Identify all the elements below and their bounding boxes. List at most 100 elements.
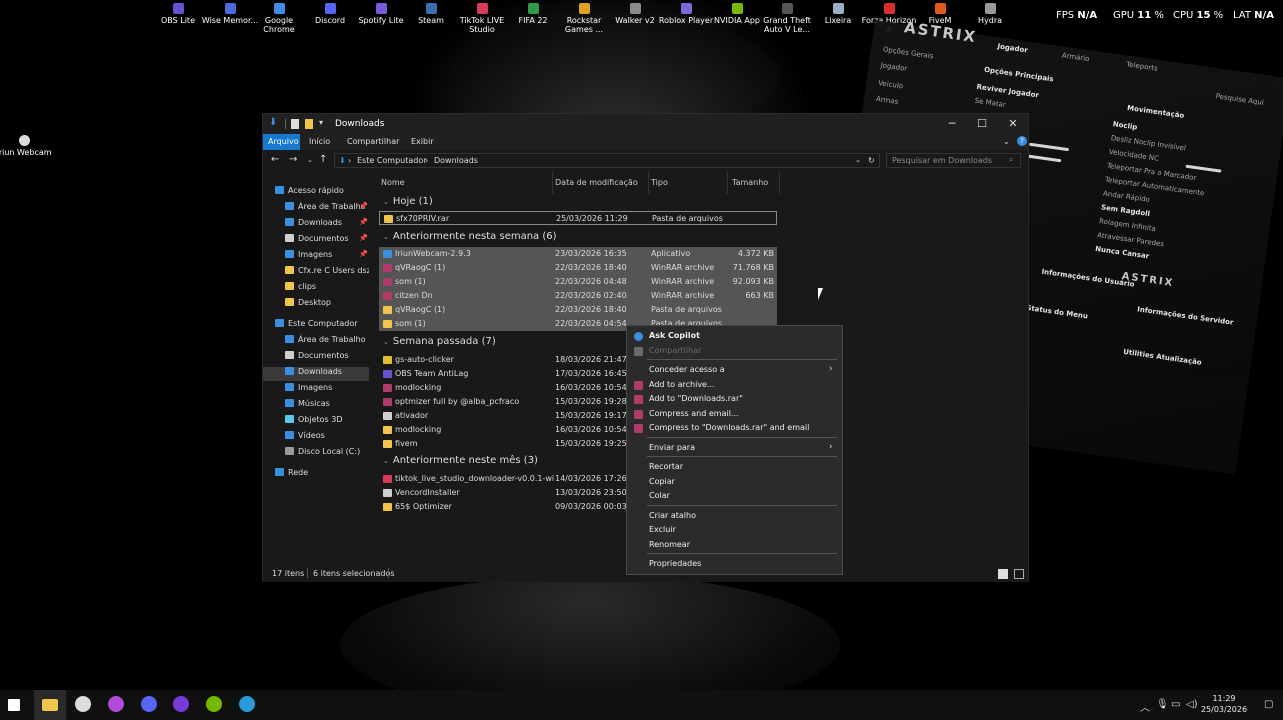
nav-item[interactable]: Imagens (285, 383, 332, 397)
microphone-icon[interactable]: 🎙 (1156, 699, 1169, 710)
context-menu-item[interactable]: Propriedades (649, 559, 701, 568)
properties-icon[interactable] (291, 119, 299, 129)
edge-icon[interactable] (239, 696, 255, 712)
help-icon[interactable]: ? (1017, 136, 1027, 146)
context-menu-item[interactable]: Recortar (649, 462, 683, 471)
back-button[interactable]: ← (271, 154, 279, 165)
group-header[interactable]: ⌄ Anteriormente nesta semana (6) (383, 231, 557, 242)
desktop-icon-iriun-webcam[interactable]: Iriun Webcam (0, 132, 54, 157)
astrix-toggle[interactable]: Rolagem Infinita (1099, 217, 1157, 233)
nav-item[interactable]: Downloads (263, 367, 369, 381)
nav-item[interactable]: Documentos 📌 (285, 234, 368, 248)
forward-button[interactable]: → (289, 154, 297, 165)
file-row[interactable]: IriunWebcam-2.9.3 23/03/2026 16:35 Aplicat… (379, 247, 777, 261)
file-row[interactable]: qVRaogC (1) 22/03/2026 18:40 Pasta de arqu… (379, 303, 777, 317)
large-icons-view-icon[interactable] (1014, 569, 1024, 579)
new-folder-icon[interactable] (305, 119, 313, 129)
astrix-slider[interactable] (1185, 164, 1222, 173)
spotify-icon[interactable] (108, 696, 124, 712)
clock[interactable]: 11:29 25/03/2026 (1196, 693, 1252, 715)
nav-item[interactable]: Vídeos (285, 431, 325, 445)
context-menu-item[interactable]: Enviar para (649, 443, 695, 452)
network-icon[interactable]: ▭ (1171, 699, 1180, 710)
context-menu-item[interactable]: Copiar (649, 477, 675, 486)
context-menu-item[interactable]: Conceder acesso a (649, 365, 725, 374)
tab-home[interactable]: Início (309, 137, 330, 146)
astrix-tab[interactable]: Armário (1061, 51, 1090, 63)
nav-item[interactable]: Músicas (285, 399, 330, 413)
nav-item[interactable]: Acesso rápido (275, 186, 344, 200)
astrix-slider[interactable] (1027, 154, 1062, 163)
context-menu-item[interactable]: Colar (649, 491, 670, 500)
context-menu-item[interactable]: Ask Copilot (649, 331, 700, 340)
discord-icon[interactable] (141, 696, 157, 712)
file-row[interactable]: som (1) 22/03/2026 04:48 WinRAR archive 92.… (379, 275, 777, 289)
column-separator[interactable] (552, 172, 553, 194)
astrix-toggle[interactable]: Sem Ragdoll (1101, 203, 1151, 218)
maximize-button[interactable]: ☐ (967, 116, 997, 132)
nav-item[interactable]: Cfx.re C Users dszz (285, 266, 375, 280)
show-hidden-icons-icon[interactable]: ︿ (1140, 699, 1150, 714)
group-header[interactable]: ⌄ Semana passada (7) (383, 336, 496, 347)
column-separator[interactable] (727, 172, 728, 194)
address-dropdown-icon[interactable]: ⌄ (855, 156, 861, 164)
column-header-size[interactable]: Tamanho (732, 178, 768, 187)
capcut-icon[interactable] (75, 696, 91, 712)
nav-item[interactable]: Desktop (285, 298, 331, 312)
nav-item[interactable]: Este Computador (275, 319, 358, 333)
astrix-slider-label[interactable]: Velocidade NC (1108, 148, 1159, 163)
context-menu-item[interactable]: Add to "Downloads.rar" (649, 394, 743, 403)
nav-item[interactable]: Área de Trabalho 📌 (285, 202, 368, 216)
notifications-icon[interactable]: ▢ (1264, 699, 1273, 710)
tab-file[interactable]: Arquivo (263, 134, 300, 150)
breadcrumb-downloads[interactable]: Downloads (434, 156, 478, 165)
astrix-tab[interactable]: Jogador (997, 42, 1028, 54)
context-menu-item[interactable]: Renomear (649, 540, 690, 549)
astrix-menu-item[interactable]: Armas (875, 95, 898, 106)
breadcrumb-this-pc[interactable]: Este Computador (357, 156, 427, 165)
nvidia-icon[interactable] (206, 696, 222, 712)
desktop-icon-hydra[interactable]: Hydra (960, 0, 1020, 25)
title-bar[interactable]: ⬇ ▾ Downloads ─ ☐ ✕ (263, 114, 1028, 134)
astrix-toggle[interactable]: Noclip (1112, 120, 1138, 131)
quick-access-dropdown-icon[interactable]: ▾ (319, 118, 327, 128)
address-bar[interactable]: ⬇ › Este Computador › Downloads ⌄ ↻ (334, 153, 880, 168)
file-row[interactable]: sfx70PRIV.rar 25/03/2026 11:29 Pasta de ar… (379, 211, 777, 225)
nav-item[interactable]: Imagens 📌 (285, 250, 368, 264)
astrix-search[interactable]: Pesquise Aqui (1215, 92, 1264, 107)
recent-locations-icon[interactable]: ⌄ (307, 156, 313, 164)
file-row[interactable]: qVRaogC (1) 22/03/2026 18:40 WinRAR archiv… (379, 261, 777, 275)
column-separator[interactable] (648, 172, 649, 194)
up-button[interactable]: ↑ (319, 154, 327, 165)
astrix-tab[interactable]: Teleports (1126, 60, 1158, 72)
astrix-menu-item[interactable]: Jogador (880, 61, 908, 73)
nav-item[interactable]: Área de Trabalho (285, 335, 366, 349)
astrix-toggle[interactable]: Andar Rápido (1103, 189, 1151, 203)
tab-share[interactable]: Compartilhar (347, 137, 399, 146)
obs-icon[interactable] (173, 696, 189, 712)
minimize-button[interactable]: ─ (937, 116, 967, 132)
context-menu-item[interactable]: Compress to "Downloads.rar" and email (649, 423, 809, 432)
desktop-icon-obs[interactable]: OBS Lite (148, 0, 208, 25)
windows-start-icon[interactable] (8, 699, 20, 711)
nav-item[interactable]: clips (285, 282, 316, 296)
astrix-menu-item[interactable]: Veiculo (878, 79, 904, 90)
column-separator[interactable] (779, 172, 780, 194)
astrix-slider[interactable] (1029, 142, 1070, 152)
nav-item[interactable]: Rede (275, 468, 308, 482)
close-button[interactable]: ✕ (998, 116, 1028, 132)
nav-item[interactable]: Disco Local (C:) (285, 447, 360, 461)
nav-item[interactable]: Documentos (285, 351, 349, 365)
refresh-icon[interactable]: ↻ (868, 156, 875, 165)
search-input[interactable]: Pesquisar em Downloads ⌕ (886, 153, 1021, 168)
astrix-toggle[interactable]: Nunca Cansar (1095, 245, 1150, 260)
column-header-type[interactable]: Tipo (651, 178, 668, 187)
nav-item[interactable]: Objetos 3D (285, 415, 343, 429)
astrix-option[interactable]: Reviver Jogador (976, 83, 1039, 100)
file-explorer-icon[interactable] (42, 699, 58, 711)
astrix-option[interactable]: Se Matar (974, 97, 1006, 109)
group-header[interactable]: ⌄ Anteriormente neste mês (3) (383, 455, 538, 466)
expand-ribbon-icon[interactable]: ⌄ (1003, 137, 1010, 146)
tab-view[interactable]: Exibir (411, 137, 434, 146)
details-view-icon[interactable] (998, 569, 1008, 579)
